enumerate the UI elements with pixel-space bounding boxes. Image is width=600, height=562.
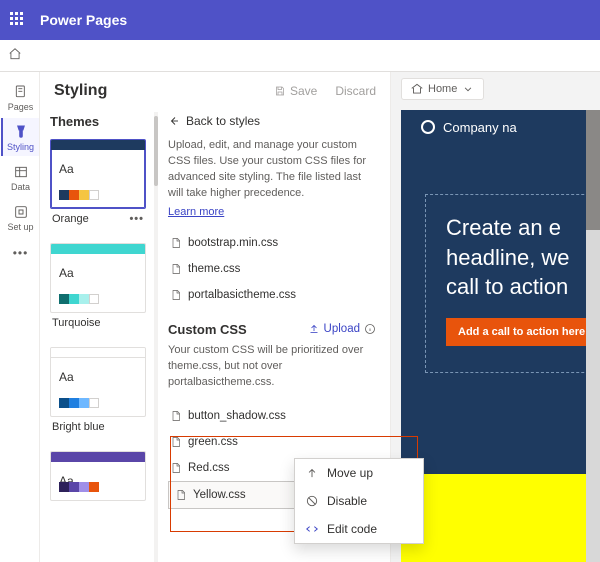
disable-icon: [305, 494, 319, 508]
chevron-down-icon: [461, 82, 475, 96]
rail-label: Data: [11, 182, 30, 192]
file-icon: [170, 435, 182, 449]
discard-button[interactable]: Discard: [335, 84, 376, 98]
file-name: green.css: [188, 436, 238, 448]
themes-column: Themes Aa Orange ••• Aa Turquoise Aa Bri…: [40, 106, 154, 562]
home-icon[interactable]: [8, 47, 22, 64]
back-to-styles-link[interactable]: Back to styles: [168, 114, 376, 128]
app-launcher-icon[interactable]: [10, 12, 26, 28]
ellipsis-icon: •••: [13, 246, 29, 260]
rail-label: Pages: [8, 102, 34, 112]
panel-title: Styling: [54, 82, 107, 100]
main-area: Pages Styling Data Set up ••• Styling: [0, 72, 600, 562]
css-file-row[interactable]: button_shadow.css: [168, 403, 376, 429]
code-icon: [305, 522, 319, 536]
theme-name: Turquoise: [52, 317, 101, 329]
rail-item-styling[interactable]: Styling: [1, 118, 39, 156]
breadcrumb-home[interactable]: Home: [401, 78, 484, 100]
menu-edit-code[interactable]: Edit code: [295, 515, 423, 543]
themes-title: Themes: [50, 114, 146, 129]
custom-css-title: Custom CSS: [168, 322, 247, 337]
rail-item-more[interactable]: •••: [1, 238, 39, 268]
css-file-row[interactable]: green.css: [168, 429, 376, 455]
hero-section[interactable]: Create an e headline, we call to action …: [425, 194, 600, 373]
file-name: button_shadow.css: [188, 410, 286, 422]
custom-css-help: Your custom CSS will be prioritized over…: [168, 343, 376, 391]
file-name: Red.css: [188, 462, 230, 474]
back-arrow-icon: [168, 115, 180, 127]
rail-label: Set up: [7, 222, 33, 232]
file-icon: [170, 409, 182, 423]
save-icon: [274, 85, 286, 97]
css-file-row[interactable]: bootstrap.min.css: [168, 230, 376, 256]
left-rail: Pages Styling Data Set up •••: [0, 72, 40, 562]
site-preview: Company na Create an e headline, we call…: [401, 110, 600, 562]
panel-actions: Save Discard: [274, 84, 376, 98]
rail-label: Styling: [7, 142, 34, 152]
menu-disable[interactable]: Disable: [295, 487, 423, 515]
app-bar: Power Pages: [0, 0, 600, 40]
save-button[interactable]: Save: [274, 84, 317, 98]
file-name: theme.css: [188, 263, 240, 275]
upload-button[interactable]: Upload: [308, 323, 376, 335]
arrow-up-icon: [305, 466, 319, 480]
theme-card[interactable]: Aa Bright blue: [50, 347, 146, 433]
file-icon: [170, 461, 182, 475]
site-logo-icon: [421, 120, 435, 134]
app-title: Power Pages: [40, 12, 127, 28]
file-icon: [170, 288, 182, 302]
panel-header: Styling Save Discard: [40, 72, 390, 106]
theme-more-button[interactable]: •••: [129, 213, 144, 225]
system-css-list: bootstrap.min.css theme.css portalbasicthe…: [168, 230, 376, 308]
file-name: Yellow.css: [193, 489, 246, 501]
theme-name: Bright blue: [52, 421, 105, 433]
home-icon: [410, 82, 424, 96]
theme-card[interactable]: Aa Orange •••: [50, 139, 146, 225]
command-bar: [0, 40, 600, 72]
hero-headline[interactable]: Create an e headline, we call to action: [446, 213, 600, 302]
file-icon: [175, 488, 187, 502]
file-icon: [170, 236, 182, 250]
upload-icon: [308, 323, 320, 335]
info-icon: [364, 323, 376, 335]
css-file-row[interactable]: portalbasictheme.css: [168, 282, 376, 308]
rail-item-data[interactable]: Data: [1, 158, 39, 196]
preview-yellow-section: [401, 474, 600, 562]
css-help-text: Upload, edit, and manage your custom CSS…: [168, 138, 376, 202]
file-name: bootstrap.min.css: [188, 237, 278, 249]
menu-move-up[interactable]: Move up: [295, 459, 423, 487]
learn-more-link[interactable]: Learn more: [168, 206, 224, 218]
rail-item-setup[interactable]: Set up: [1, 198, 39, 236]
site-name: Company na: [443, 120, 517, 135]
theme-card[interactable]: Aa: [50, 451, 146, 501]
css-file-row[interactable]: theme.css: [168, 256, 376, 282]
hero-cta-button[interactable]: Add a call to action here: [446, 318, 597, 346]
file-name: portalbasictheme.css: [188, 289, 296, 301]
preview-scrollbar[interactable]: [586, 110, 600, 562]
theme-name: Orange: [52, 213, 89, 225]
rail-item-pages[interactable]: Pages: [1, 78, 39, 116]
file-icon: [170, 262, 182, 276]
file-context-menu: Move up Disable Edit code: [294, 458, 424, 544]
theme-card[interactable]: Aa Turquoise: [50, 243, 146, 329]
site-header: Company na: [401, 110, 600, 144]
